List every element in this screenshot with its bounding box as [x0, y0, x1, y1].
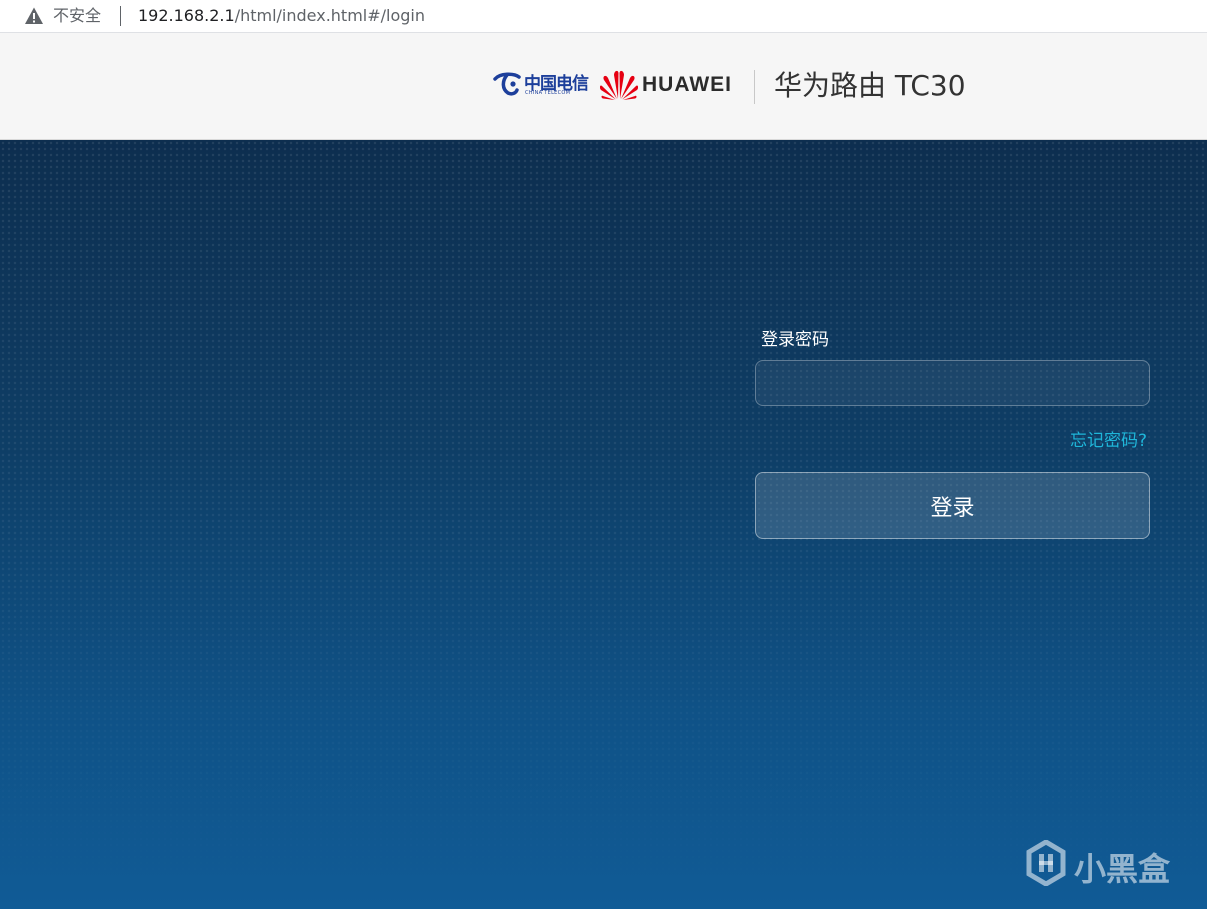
router-header: 中国电信 CHINA TELECOM HUAWEI 华为路由 TC30 [0, 33, 1207, 140]
huawei-flower-icon [600, 70, 638, 100]
url-path: /html/index.html#/login [234, 6, 426, 25]
china-telecom-name-en: CHINA TELECOM [525, 90, 571, 96]
password-label: 登录密码 [761, 330, 829, 350]
password-input[interactable] [755, 360, 1150, 406]
watermark: 小黑盒 [1026, 840, 1186, 890]
url-host: 192.168.2.1 [138, 6, 235, 25]
header-divider [754, 70, 755, 104]
browser-address-bar: 不安全 192.168.2.1/html/index.html#/login [0, 0, 1207, 33]
huawei-brand-text: HUAWEI [642, 73, 732, 96]
warning-icon[interactable] [24, 6, 44, 26]
china-telecom-logo-icon [493, 72, 521, 96]
product-title: 华为路由 TC30 [774, 69, 966, 102]
watermark-text: 小黑盒 [1074, 850, 1171, 888]
xiaoheihe-watermark-icon [1026, 840, 1066, 886]
not-secure-label[interactable]: 不安全 [53, 6, 101, 26]
forgot-password-link[interactable]: 忘记密码? [1070, 426, 1147, 451]
china-telecom-logo: 中国电信 CHINA TELECOM [492, 69, 592, 99]
login-button[interactable]: 登录 [755, 472, 1150, 539]
address-divider [120, 6, 121, 26]
login-background: 登录密码 忘记密码? 登录 小黑盒 [0, 140, 1207, 909]
url-field[interactable]: 192.168.2.1/html/index.html#/login [138, 6, 425, 26]
